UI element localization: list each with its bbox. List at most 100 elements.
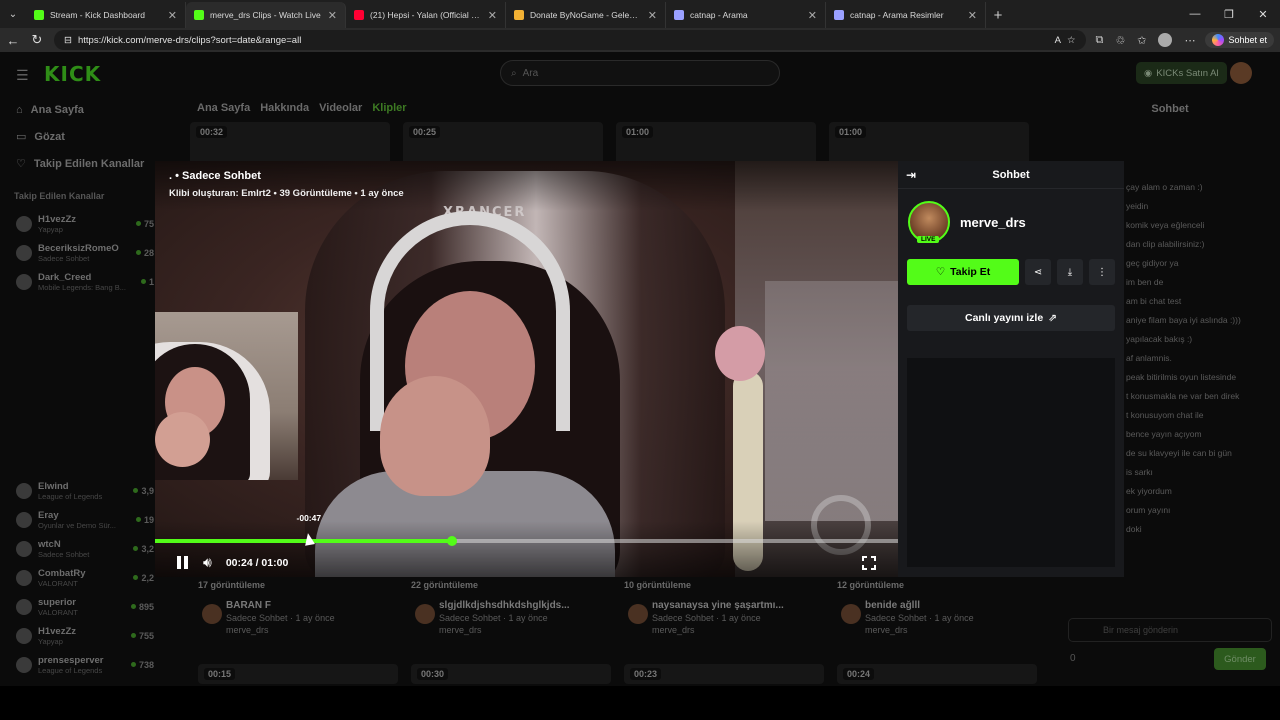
buy-kicks-button[interactable]: ◉ KICKs Satın Al bbox=[1136, 62, 1227, 84]
close-tab-icon[interactable]: ✕ bbox=[328, 9, 337, 22]
browser-tab[interactable]: Stream - Kick Dashboard ✕ bbox=[26, 2, 186, 28]
channel-actions: ♡ Takip Et ⋖ ⤓ ⋮ bbox=[898, 243, 1124, 285]
download-button[interactable]: ⤓ bbox=[1057, 259, 1083, 285]
close-tab-icon[interactable]: ✕ bbox=[648, 9, 657, 22]
follow-button[interactable]: ♡ Takip Et bbox=[907, 259, 1019, 285]
close-tab-icon[interactable]: ✕ bbox=[488, 9, 497, 22]
hamburger-menu-icon[interactable]: ☰ bbox=[16, 67, 29, 84]
channel-avatar bbox=[16, 215, 32, 232]
watch-live-button[interactable]: Canlı yayını izle ⇗ bbox=[907, 305, 1115, 331]
browser-essentials-icon[interactable]: ♲ bbox=[1115, 34, 1125, 47]
tab-videos[interactable]: Videolar bbox=[319, 102, 362, 114]
more-menu-icon[interactable]: ⋯ bbox=[1184, 34, 1195, 47]
restore-icon[interactable]: ❐ bbox=[1212, 0, 1246, 28]
sidebar-item-following[interactable]: ♡ Takip Edilen Kanallar bbox=[16, 150, 170, 177]
browser-tab-bar: ⌄ Stream - Kick Dashboard ✕ merve_drs Clip… bbox=[0, 0, 1280, 28]
followed-channel-item[interactable]: CombatRy VALORANT 2,2 bbox=[0, 563, 170, 592]
clip-duration: 01:00 bbox=[835, 126, 867, 138]
send-button[interactable]: Gönder bbox=[1214, 648, 1266, 670]
new-tab-button[interactable]: + bbox=[986, 2, 1010, 28]
channel-name: H1vezZz bbox=[38, 213, 77, 225]
url-field[interactable]: ⊟ https://kick.com/merve-drs/clips?sort=… bbox=[54, 30, 1086, 50]
channel-name[interactable]: merve_drs bbox=[960, 215, 1026, 230]
followed-channel-item[interactable]: H1vezZz Yapyap 75 bbox=[0, 209, 170, 238]
sidebar-label: Ana Sayfa bbox=[30, 103, 84, 116]
followed-channel-item[interactable]: superior VALORANT 895 bbox=[0, 592, 170, 621]
tab-list-chevron-icon[interactable]: ⌄ bbox=[0, 0, 26, 28]
channel-name: Eray bbox=[38, 509, 59, 521]
clip-views: 12 görüntüleme bbox=[837, 580, 905, 590]
mouse-cursor-icon bbox=[302, 532, 315, 546]
extensions-icon[interactable]: ⧉ bbox=[1096, 34, 1104, 47]
sidebar-item-home[interactable]: ⌂ Ana Sayfa bbox=[16, 96, 170, 123]
channel-name: Elwind bbox=[38, 480, 69, 492]
channel-name: prensesperver bbox=[38, 654, 104, 666]
chat-message-input[interactable]: Bir mesaj gönderin bbox=[1068, 618, 1272, 642]
profile-avatar[interactable] bbox=[1158, 33, 1173, 47]
back-arrow-icon[interactable]: ← bbox=[6, 33, 20, 48]
channel-avatar[interactable]: LIVE bbox=[908, 201, 950, 243]
browser-tab[interactable]: catnap - Arama ✕ bbox=[666, 2, 826, 28]
clip-card-info[interactable]: 22 görüntüleme slgjdlkdjshsdhkdshglkjds..… bbox=[411, 580, 611, 635]
clip-card-info[interactable]: 12 görüntüleme benide ağlll Sadece Sohbet … bbox=[837, 580, 1037, 635]
pause-icon bbox=[176, 556, 181, 569]
refresh-icon[interactable]: ↻ bbox=[30, 32, 44, 48]
close-tab-icon[interactable]: ✕ bbox=[168, 9, 177, 22]
pause-button[interactable] bbox=[175, 556, 189, 570]
fullscreen-button[interactable] bbox=[862, 556, 876, 570]
clip-thumbnail[interactable]: 00:24 bbox=[837, 664, 1037, 684]
user-avatar[interactable] bbox=[1230, 62, 1252, 84]
search-icon: ⌕ bbox=[511, 67, 517, 79]
channel-name: H1vezZz bbox=[38, 625, 77, 637]
more-options-button[interactable]: ⋮ bbox=[1089, 259, 1115, 285]
followed-channel-item[interactable]: Elwind League of Legends 3,9 bbox=[0, 476, 170, 505]
followed-channel-item[interactable]: wtcN Sadece Sohbet 3,2 bbox=[0, 534, 170, 563]
followed-channel-item[interactable]: Dark_Creed Mobile Legends: Bang B... 1 bbox=[0, 267, 170, 296]
volume-icon[interactable]: 🔊︎ bbox=[203, 554, 212, 571]
close-tab-icon[interactable]: ✕ bbox=[808, 9, 817, 22]
buy-kicks-label: KICKs Satın Al bbox=[1156, 67, 1219, 79]
browser-tab[interactable]: merve_drs Clips - Watch Live ✕ bbox=[186, 2, 346, 28]
clip-thumbnail[interactable]: 00:15 bbox=[198, 664, 398, 684]
read-aloud-icon[interactable]: A bbox=[1055, 35, 1061, 46]
tab-about[interactable]: Hakkında bbox=[260, 102, 309, 114]
browser-tab[interactable]: Donate ByNoGame - Gelen/Giden ✕ bbox=[506, 2, 666, 28]
followed-channel-item[interactable]: Eray Oyunlar ve Demo Sür... 19 bbox=[0, 505, 170, 534]
video-shelf bbox=[765, 281, 898, 521]
share-button[interactable]: ⋖ bbox=[1025, 259, 1051, 285]
tab-home[interactable]: Ana Sayfa bbox=[197, 102, 250, 114]
kick-logo[interactable]: KICK bbox=[44, 62, 101, 86]
browse-icon: ▭ bbox=[16, 131, 27, 143]
clip-card-info[interactable]: 10 görüntüleme naysanaysa yine şaşartmı..… bbox=[624, 580, 824, 635]
channel-category: Sadece Sohbet bbox=[38, 549, 90, 559]
followed-channel-item[interactable]: BeceriksizRomeO Sadece Sohbet 28 bbox=[0, 238, 170, 267]
close-window-icon[interactable]: ✕ bbox=[1246, 0, 1280, 28]
channel-avatar bbox=[16, 598, 32, 615]
channel-name: wtcN bbox=[38, 538, 61, 550]
clip-thumbnail[interactable]: 00:30 bbox=[411, 664, 611, 684]
followed-channel-item[interactable]: H1vezZz Yapyap 755 bbox=[0, 621, 170, 650]
followed-channel-item[interactable]: prensesperver League of Legends 738 bbox=[0, 650, 170, 679]
youtube-favicon bbox=[354, 10, 364, 20]
clip-card-info[interactable]: 17 görüntüleme BARAN F Sadece Sohbet · 1 a… bbox=[198, 580, 398, 635]
progress-bar[interactable] bbox=[155, 536, 898, 546]
sidebar-label: Takip Edilen Kanallar bbox=[33, 157, 145, 170]
copilot-button[interactable]: Sohbet et bbox=[1205, 32, 1274, 48]
tab-clips[interactable]: Klipler bbox=[372, 102, 406, 114]
clip-video[interactable]: XRANCER . • Sadece Sohbet Klibi oluştura… bbox=[155, 161, 898, 577]
collapse-panel-icon[interactable]: ⇥ bbox=[906, 168, 916, 182]
close-tab-icon[interactable]: ✕ bbox=[968, 9, 977, 22]
channel-category: League of Legends bbox=[38, 491, 103, 501]
clip-thumbnail[interactable]: 00:23 bbox=[624, 664, 824, 684]
profile-tabs: Ana Sayfa Hakkında Videolar Klipler bbox=[197, 102, 407, 114]
search-input[interactable]: ⌕ Ara bbox=[500, 60, 780, 86]
sidebar-item-browse[interactable]: ▭ Gözat bbox=[16, 123, 170, 150]
favorites-icon[interactable]: ✩ bbox=[1137, 34, 1146, 47]
clip-card-title: benide ağlll bbox=[865, 600, 921, 611]
minimize-icon[interactable]: — bbox=[1178, 0, 1212, 28]
browser-tab[interactable]: (21) Hepsi - Yalan (Official Video) ✕ bbox=[346, 2, 506, 28]
favorite-star-icon[interactable]: ☆ bbox=[1067, 35, 1076, 46]
site-info-icon[interactable]: ⊟ bbox=[64, 35, 72, 46]
clip-card-channel: merve_drs bbox=[226, 625, 269, 635]
browser-tab[interactable]: catnap - Arama Resimler ✕ bbox=[826, 2, 986, 28]
